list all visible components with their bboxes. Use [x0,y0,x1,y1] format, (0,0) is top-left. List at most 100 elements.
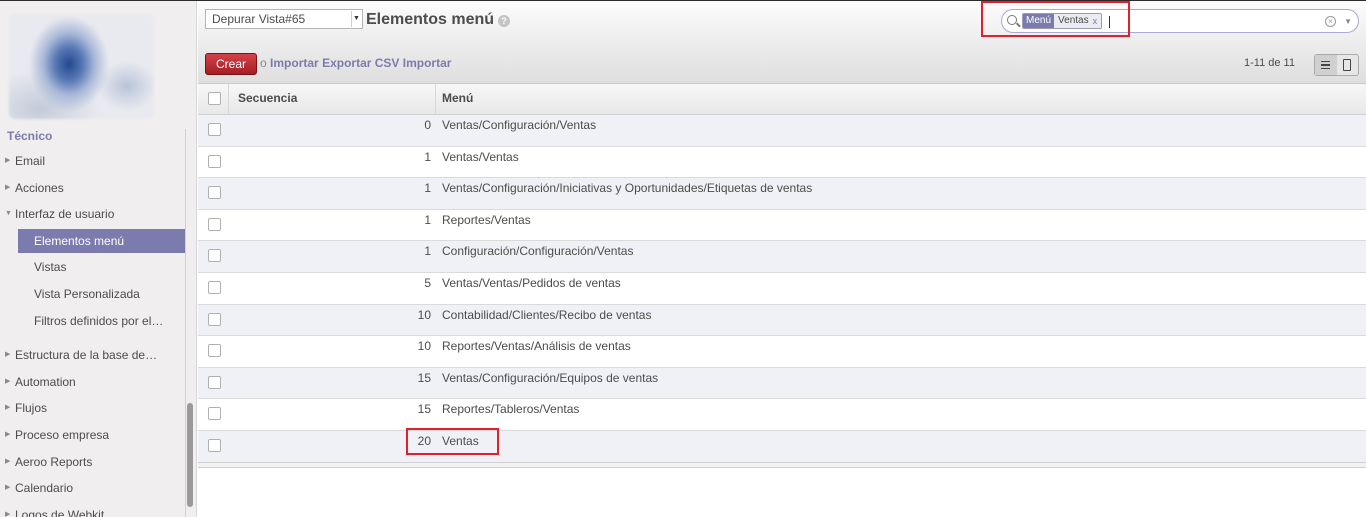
cell-sequence: 5 [424,275,431,290]
row-checkbox[interactable] [208,154,221,168]
cell-sequence: 0 [424,118,431,132]
cell-sequence: 10 [417,307,431,322]
sidebar-item-label: Elementos menú [34,233,125,248]
sidebar-item[interactable]: ▶ Flujos [0,396,185,420]
sidebar-item-label: Vistas [34,260,67,275]
pager-value[interactable]: 1-11 de 11 [1244,57,1295,69]
sidebar-item-label: Acciones [15,180,64,195]
caret-right-icon: ▶ [5,457,11,465]
annotation-highlight-search [981,1,1130,37]
list-view-icon[interactable] [1315,55,1337,75]
column-header-menu[interactable]: Menú [442,84,473,114]
sidebar-item-label: Email [15,154,46,168]
table-row[interactable]: 1 Configuración/Configuración/Ventas [198,241,1366,273]
sidebar-item-label: Aeroo Reports [15,454,93,469]
secondary-actions: o Importar Exportar CSV Importar [260,56,451,70]
company-logo[interactable] [9,14,154,119]
sidebar-item[interactable]: Vista Personalizada [0,282,185,306]
caret-right-icon: ▶ [5,404,11,412]
table-row[interactable]: 10 Contabilidad/Clientes/Recibo de ventas [198,304,1366,337]
sidebar: Técnico ▶ Email ▶ Acciones ▼ Interfaz de usua… [0,1,197,517]
table-row[interactable]: 1 Ventas/Configuración/Iniciativas y Opor… [198,178,1366,210]
cell-menu: Ventas/Configuración/Ventas [442,118,597,132]
cell-menu: Ventas/Configuración/Iniciativas y Oport… [442,181,813,196]
table-header: Secuencia Menú [198,84,1366,115]
sidebar-item-label: Interfaz de usuario [15,207,115,222]
caret-right-icon: ▶ [5,183,11,191]
chevron-down-icon: ▼ [351,11,361,27]
debug-view-select-value: Depurar Vista#65 [212,12,306,26]
table-row[interactable]: 1 Ventas/Ventas [198,146,1366,179]
table-row[interactable]: 15 Ventas/Configuración/Equipos de ventas [198,367,1366,400]
sidebar-item-label: Calendario [15,481,74,496]
clear-search-icon[interactable]: × [1325,16,1336,27]
row-checkbox[interactable] [208,186,221,200]
create-button[interactable]: Crear [205,53,257,75]
cell-sequence: 15 [417,370,431,385]
caret-down-icon: ▼ [5,210,12,218]
page-title: Elementos menú [366,11,495,28]
cell-menu: Ventas/Ventas [442,149,519,164]
sidebar-item[interactable]: ▶ Aeroo Reports [0,450,185,474]
sidebar-item-label: Estructura de la base de… [15,348,158,363]
sidebar-item[interactable]: ▶ Estructura de la base de… [0,343,185,367]
cell-sequence: 10 [417,339,431,354]
import-link-2[interactable]: Importar [403,56,452,70]
cell-menu: Ventas/Ventas/Pedidos de ventas [442,275,621,290]
column-divider [228,84,229,114]
row-checkbox[interactable] [208,217,221,231]
sidebar-item[interactable]: Elementos menú [18,228,185,253]
sidebar-item[interactable]: ▶ Calendario [0,476,185,500]
sidebar-item[interactable]: ▶ Acciones [0,176,185,200]
caret-right-icon: ▶ [5,484,11,492]
select-all-checkbox[interactable] [208,92,221,105]
row-checkbox[interactable] [208,375,221,389]
table-row[interactable]: 10 Reportes/Ventas/Análisis de ventas [198,336,1366,368]
sidebar-item[interactable]: Vistas [0,255,185,279]
sidebar-item[interactable]: ▼ Interfaz de usuario [0,202,185,226]
table-footer [198,462,1366,468]
sidebar-item-label: Proceso empresa [15,428,110,442]
row-checkbox[interactable] [208,249,221,263]
debug-view-select[interactable]: Depurar Vista#65 ▼ [205,9,363,29]
table-row[interactable]: 15 Reportes/Tableros/Ventas [198,399,1366,431]
row-checkbox[interactable] [208,123,221,136]
cell-sequence: 15 [417,402,431,417]
sidebar-item[interactable]: ▶ Proceso empresa [0,423,185,447]
caret-right-icon: ▶ [5,431,11,438]
annotation-highlight-row [406,428,499,455]
cell-sequence: 1 [424,181,431,196]
table-body: 0 Ventas/Configuración/Ventas 1 Ventas/Vent… [198,115,1366,463]
row-checkbox[interactable] [208,438,221,452]
row-checkbox[interactable] [208,407,221,421]
table-row[interactable]: 1 Reportes/Ventas [198,209,1366,242]
import-link[interactable]: Importar [270,56,319,70]
row-checkbox[interactable] [208,344,221,358]
search-options-icon[interactable]: ▼ [1344,17,1352,26]
sidebar-item[interactable]: ▶ Logos de Webkit [0,503,185,517]
cell-menu: Ventas/Configuración/Equipos de ventas [442,370,659,385]
cell-sequence: 1 [424,149,431,164]
sidebar-item[interactable]: Filtros definidos por el… [0,309,185,333]
table-row[interactable]: 0 Ventas/Configuración/Ventas [198,115,1366,147]
sidebar-item-label: Logos de Webkit [15,507,105,517]
help-icon[interactable]: ? [498,15,510,27]
cell-sequence: 20 [417,433,431,448]
cell-sequence: 1 [424,244,431,259]
control-panel: Depurar Vista#65 ▼ Elementos menú ? Menú… [198,1,1366,84]
caret-right-icon: ▶ [5,510,11,517]
column-header-sequence[interactable]: Secuencia [238,84,297,114]
caret-right-icon: ▶ [5,351,11,359]
sidebar-item[interactable]: ▶ Email [0,149,185,173]
form-view-icon[interactable] [1337,55,1359,75]
export-csv-link[interactable]: Exportar CSV [322,56,399,70]
row-checkbox[interactable] [208,280,221,294]
cell-menu: Contabilidad/Clientes/Recibo de ventas [442,307,652,322]
row-checkbox[interactable] [208,312,221,326]
table-row[interactable]: 20 Ventas [198,430,1366,463]
view-switcher [1314,54,1359,76]
sidebar-item-label: Automation [15,374,76,389]
sidebar-item[interactable]: ▶ Automation [0,370,185,394]
table-row[interactable]: 5 Ventas/Ventas/Pedidos de ventas [198,272,1366,305]
sidebar-scrollbar[interactable] [187,403,193,507]
